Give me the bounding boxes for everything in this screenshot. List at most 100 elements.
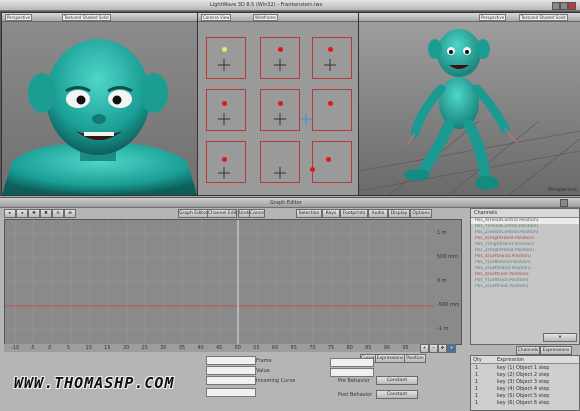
- x-tick-label: 5: [66, 345, 71, 351]
- graph-tool-icon[interactable]: ◂: [16, 209, 28, 218]
- audio-menu[interactable]: Audio: [368, 209, 388, 218]
- footprints-menu[interactable]: Footprints: [340, 209, 368, 218]
- x-tick-label: 80: [346, 345, 353, 351]
- graph-tool-icon[interactable]: ≡: [52, 209, 64, 218]
- zoom-out-icon[interactable]: −: [429, 344, 438, 353]
- cancel-button[interactable]: Cancel: [249, 209, 265, 218]
- app-title-bar: LightWave 3D 8.5 (Win32) - Frankenstein.…: [0, 0, 580, 11]
- keys-menu[interactable]: Keys: [322, 209, 340, 218]
- behavior-field[interactable]: [330, 368, 374, 377]
- right-viewport-mode-select[interactable]: Textured Shaded Solid: [519, 14, 568, 21]
- tab-channels[interactable]: Channels: [516, 346, 540, 355]
- post-behavior-select[interactable]: Constant: [376, 390, 418, 399]
- y-tick-label: 1 m: [437, 230, 447, 236]
- x-tick-label: 45: [216, 345, 223, 351]
- add-key-icon[interactable]: +: [447, 344, 456, 353]
- incoming-curve-label: Incoming Curve: [256, 378, 296, 384]
- center-viewport-mode-select[interactable]: Wireframe: [253, 14, 278, 21]
- incoming-curve-field[interactable]: [206, 376, 256, 385]
- table-row[interactable]: 1 key (6) Object 6 step: [471, 399, 579, 406]
- x-tick-label: 30: [160, 345, 167, 351]
- channel-item[interactable]: Pos_Z(LeftFoot.Position): [471, 284, 579, 290]
- display-menu[interactable]: Display: [388, 209, 410, 218]
- left-viewport-view-select[interactable]: Perspective: [5, 14, 33, 21]
- center-viewport-view-select[interactable]: Camera View: [201, 14, 232, 21]
- crosshair-marks: [218, 59, 336, 179]
- creature-face-render: [2, 39, 197, 195]
- value-field[interactable]: [206, 366, 256, 375]
- expression-text: key (6) Object 6 step: [497, 400, 550, 406]
- table-row[interactable]: 1 key (3) Object 3 step: [471, 378, 579, 385]
- x-tick-label: 0: [48, 345, 52, 351]
- x-tick-label: 95: [402, 345, 409, 351]
- left-viewport[interactable]: Perspective Textured Shaded Solid: [1, 12, 198, 196]
- channel-edit-tab[interactable]: Channel Edit: [207, 209, 237, 218]
- control-rig-grid: [198, 21, 358, 195]
- curve-grid: [5, 220, 435, 344]
- x-tick-label: 75: [327, 345, 335, 351]
- graph-toolbar: ▸ ◂ ✚ ✖ ≡ ⊕ Graph Editor Channel Edit Un…: [0, 208, 470, 218]
- maximize-icon[interactable]: [560, 2, 568, 10]
- right-viewport[interactable]: Perspective Textured Shaded Solid Perspe…: [358, 12, 580, 196]
- graph-editor-title-bar: Graph Editor: [0, 198, 580, 208]
- zoom-in-icon[interactable]: +: [420, 344, 429, 353]
- graph-editor-window: Graph Editor ▸ ◂ ✚ ✖ ≡ ⊕ Graph Editor Ch…: [0, 197, 580, 411]
- selection-menu[interactable]: Selection: [296, 209, 322, 218]
- graph-tool-icon[interactable]: ⊕: [64, 209, 76, 218]
- channels-scroll[interactable]: ▾: [543, 333, 577, 342]
- creature-body-render: [359, 29, 580, 195]
- x-tick-label: 25: [141, 345, 148, 351]
- graph-tool-icon[interactable]: ✚: [28, 209, 40, 218]
- app-title: LightWave 3D 8.5 (Win32) - Frankenstein.…: [210, 2, 323, 8]
- table-row[interactable]: 1 key (5) Object 5 step: [471, 392, 579, 399]
- tab-channel-expressions[interactable]: Expressions: [540, 346, 572, 355]
- graph-editor-title: Graph Editor: [270, 200, 302, 206]
- minimize-icon[interactable]: [552, 2, 560, 10]
- qty-column-header: Qty: [473, 357, 482, 363]
- x-axis-ruler[interactable]: -10 -5 0 5 10 15 20 25 30 35 40 45 50 55 60 65 70 75 80 85 9…: [4, 344, 434, 352]
- expression-rows: 1 key (1) Object 1 step 1 key (2) Object 2…: [471, 364, 579, 406]
- options-menu[interactable]: Options: [410, 209, 432, 218]
- y-tick-label: -500 mm: [437, 302, 459, 308]
- y-tick-label: 0 m: [437, 278, 447, 284]
- x-tick-label: 40: [197, 345, 204, 351]
- x-tick-label: -10: [11, 345, 20, 351]
- pan-icon[interactable]: ✥: [438, 344, 447, 353]
- post-behavior-label: Post Behavior: [338, 392, 373, 398]
- y-axis-labels: 1 m 500 mm 0 m -500 mm -1 m: [437, 230, 459, 350]
- viewport-area: Perspective Textured Shaded Solid Camera…: [0, 11, 580, 196]
- x-tick-label: 70: [309, 345, 316, 351]
- x-tick-label: -5: [29, 345, 35, 351]
- graph-editor-tab[interactable]: Graph Editor: [178, 209, 208, 218]
- expression-column-header: Expression: [497, 357, 525, 363]
- frame-label: Frame: [256, 358, 272, 364]
- x-tick-label: 60: [271, 345, 279, 351]
- frame-field[interactable]: [206, 356, 256, 365]
- graph-tool-icon[interactable]: ✖: [40, 209, 52, 218]
- expressions-table: Qty Expression 1 key (1) Object 1 step 1k…: [470, 355, 580, 411]
- table-row[interactable]: 1 key (4) Object 4 step: [471, 385, 579, 392]
- table-row[interactable]: 1 key (2) Object 2 step: [471, 371, 579, 378]
- x-tick-label: 10: [85, 345, 92, 351]
- close-icon[interactable]: [568, 2, 576, 10]
- value-label: Value: [256, 368, 270, 374]
- x-tick-label: 15: [104, 345, 111, 351]
- x-tick-label: 20: [122, 345, 130, 351]
- channels-panel: Channels Pos_X(HeadControl.Position) Pos…: [470, 208, 580, 345]
- right-viewport-status: Perspective: [548, 187, 577, 193]
- x-tick-label: 90: [383, 345, 391, 351]
- graph-tool-icon[interactable]: ▸: [4, 209, 16, 218]
- pre-behavior-select[interactable]: Constant: [376, 376, 418, 385]
- tension-field[interactable]: [206, 388, 256, 397]
- table-row[interactable]: 1 key (1) Object 1 step: [471, 364, 579, 371]
- watermark-text: WWW.THOMASHP.COM: [14, 374, 175, 392]
- y-tick-label: 500 mm: [437, 254, 458, 260]
- center-viewport[interactable]: Camera View Wireframe: [197, 12, 359, 196]
- curve-graph[interactable]: 1 m 500 mm 0 m -500 mm -1 m: [4, 219, 462, 345]
- behavior-field[interactable]: [330, 358, 374, 367]
- right-viewport-view-select[interactable]: Perspective: [479, 14, 507, 21]
- left-viewport-mode-select[interactable]: Textured Shaded Solid: [62, 14, 111, 21]
- graph-editor-close-icon[interactable]: [560, 199, 568, 207]
- x-tick-label: 50: [234, 345, 241, 351]
- pre-behavior-label: Pre Behavior: [338, 378, 370, 384]
